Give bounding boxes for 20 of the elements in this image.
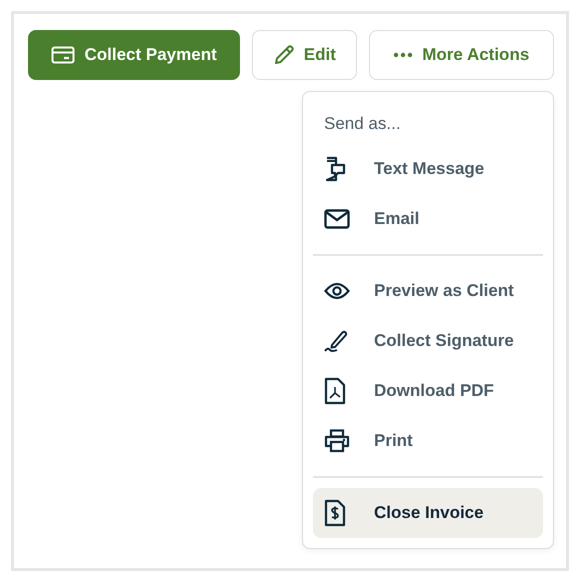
menu-heading: Send as... bbox=[323, 113, 402, 135]
credit-card-icon bbox=[51, 46, 76, 64]
pen-signature-icon bbox=[324, 329, 348, 353]
menu-item[interactable]: Preview as Client bbox=[313, 266, 543, 316]
menu-item[interactable]: Print bbox=[313, 416, 543, 466]
menu-item[interactable]: Text Message bbox=[313, 144, 543, 194]
action-button[interactable]: More Actions bbox=[368, 30, 554, 80]
menu-item[interactable]: Collect Signature bbox=[313, 316, 543, 366]
printer-icon bbox=[324, 429, 350, 453]
menu-item[interactable]: Close Invoice bbox=[313, 488, 543, 538]
eye-icon bbox=[324, 282, 350, 300]
menu-item[interactable]: Email bbox=[313, 194, 543, 244]
pencil-icon bbox=[272, 44, 295, 66]
pdf-file-icon bbox=[324, 377, 346, 405]
envelope-icon bbox=[324, 209, 350, 229]
dollar-document-icon bbox=[324, 499, 346, 527]
menu-item[interactable]: Download PDF bbox=[313, 366, 543, 416]
more-dots-icon bbox=[393, 52, 414, 58]
action-button[interactable]: Edit bbox=[252, 30, 357, 80]
action-button[interactable]: Collect Payment bbox=[28, 30, 240, 80]
